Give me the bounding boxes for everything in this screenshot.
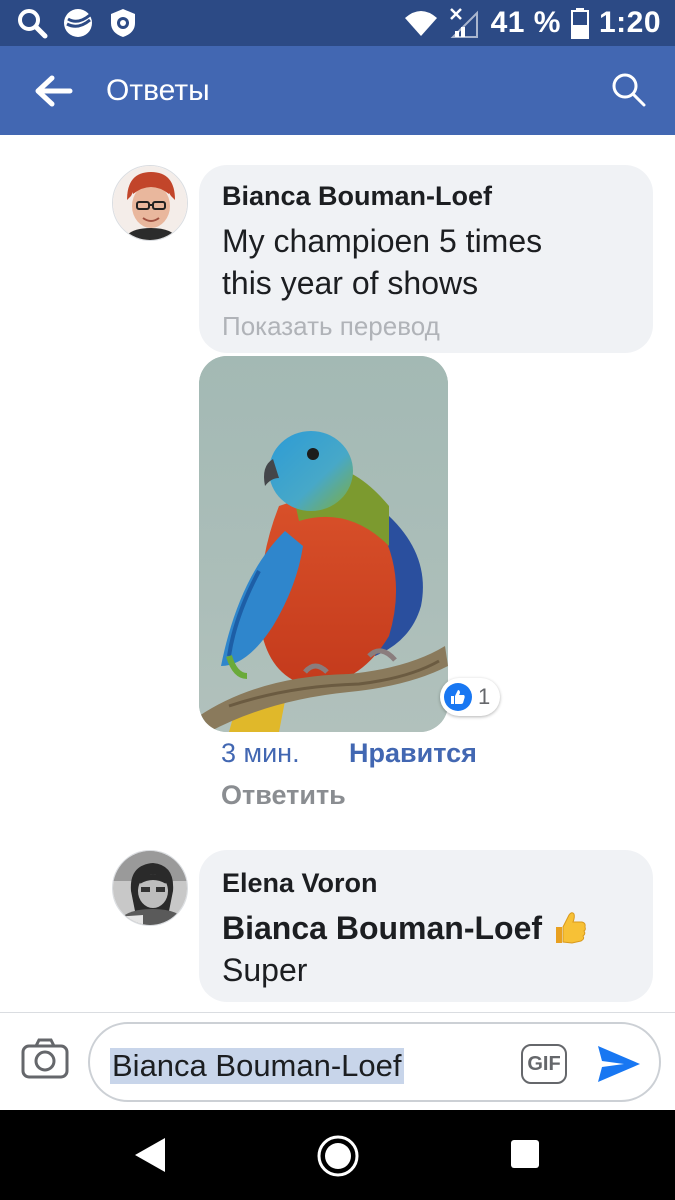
comment-text-line: My champioen 5 times <box>222 223 543 259</box>
parrot-photo <box>199 356 448 732</box>
avatar[interactable] <box>112 165 188 241</box>
comment-input[interactable]: Bianca Bouman-Loef GIF <box>88 1022 661 1102</box>
comment-photo[interactable] <box>199 356 448 732</box>
search-icon[interactable] <box>609 70 649 110</box>
reaction-count: 1 <box>478 684 491 709</box>
like-reaction-icon <box>444 683 472 711</box>
nav-recents-icon[interactable] <box>509 1138 541 1170</box>
comment-mention-line: Bianca Bouman-Loef <box>222 907 588 949</box>
send-icon[interactable] <box>594 1040 644 1088</box>
avatar[interactable] <box>112 850 188 926</box>
status-indicators: 41 % 1:20 <box>403 0 661 46</box>
comment-composer: Bianca Bouman-Loef GIF <box>0 1012 675 1110</box>
reply-button[interactable]: Ответить <box>221 780 346 811</box>
comment-text: Super <box>222 952 308 988</box>
battery-icon <box>570 8 589 39</box>
back-arrow-icon[interactable] <box>30 68 76 114</box>
clock: 1:20 <box>598 6 661 39</box>
app-header: Ответы <box>0 46 675 135</box>
search-notification-icon <box>18 9 48 39</box>
comment-input-value[interactable]: Bianca Bouman-Loef <box>110 1048 404 1084</box>
wifi-icon <box>404 11 437 36</box>
avatar-elena-icon <box>113 851 187 925</box>
nav-home-icon[interactable] <box>316 1134 360 1178</box>
camera-icon[interactable] <box>20 1037 70 1081</box>
nav-back-icon[interactable] <box>131 1135 167 1175</box>
antivirus-app-icon <box>111 9 135 37</box>
cell-signal-icon <box>449 8 478 38</box>
gif-button[interactable]: GIF <box>521 1044 567 1084</box>
page-title: Ответы <box>106 74 210 107</box>
comment-bubble: Elena Voron Bianca Bouman-Loef Super <box>199 850 653 1002</box>
comment-author[interactable]: Elena Voron <box>222 868 378 899</box>
system-nav-bar <box>0 1110 675 1200</box>
mention-link[interactable]: Bianca Bouman-Loef <box>222 907 542 949</box>
comment-bubble: Bianca Bouman-Loef My champioen 5 times … <box>199 165 653 353</box>
reaction-badge[interactable]: 1 <box>440 678 500 716</box>
thumbs-up-emoji-icon <box>556 912 586 944</box>
status-notifications <box>16 7 138 39</box>
like-button[interactable]: Нравится <box>349 738 477 769</box>
status-bar: 41 % 1:20 <box>0 0 675 46</box>
bank-app-icon <box>64 9 92 37</box>
comment-text-line: this year of shows <box>222 265 479 301</box>
show-translation-link[interactable]: Показать перевод <box>222 311 440 342</box>
comment-timestamp[interactable]: 3 мин. <box>221 738 300 769</box>
comment-author[interactable]: Bianca Bouman-Loef <box>222 181 492 212</box>
avatar-bianca-icon <box>113 166 187 240</box>
battery-percent: 41 % <box>490 6 561 39</box>
